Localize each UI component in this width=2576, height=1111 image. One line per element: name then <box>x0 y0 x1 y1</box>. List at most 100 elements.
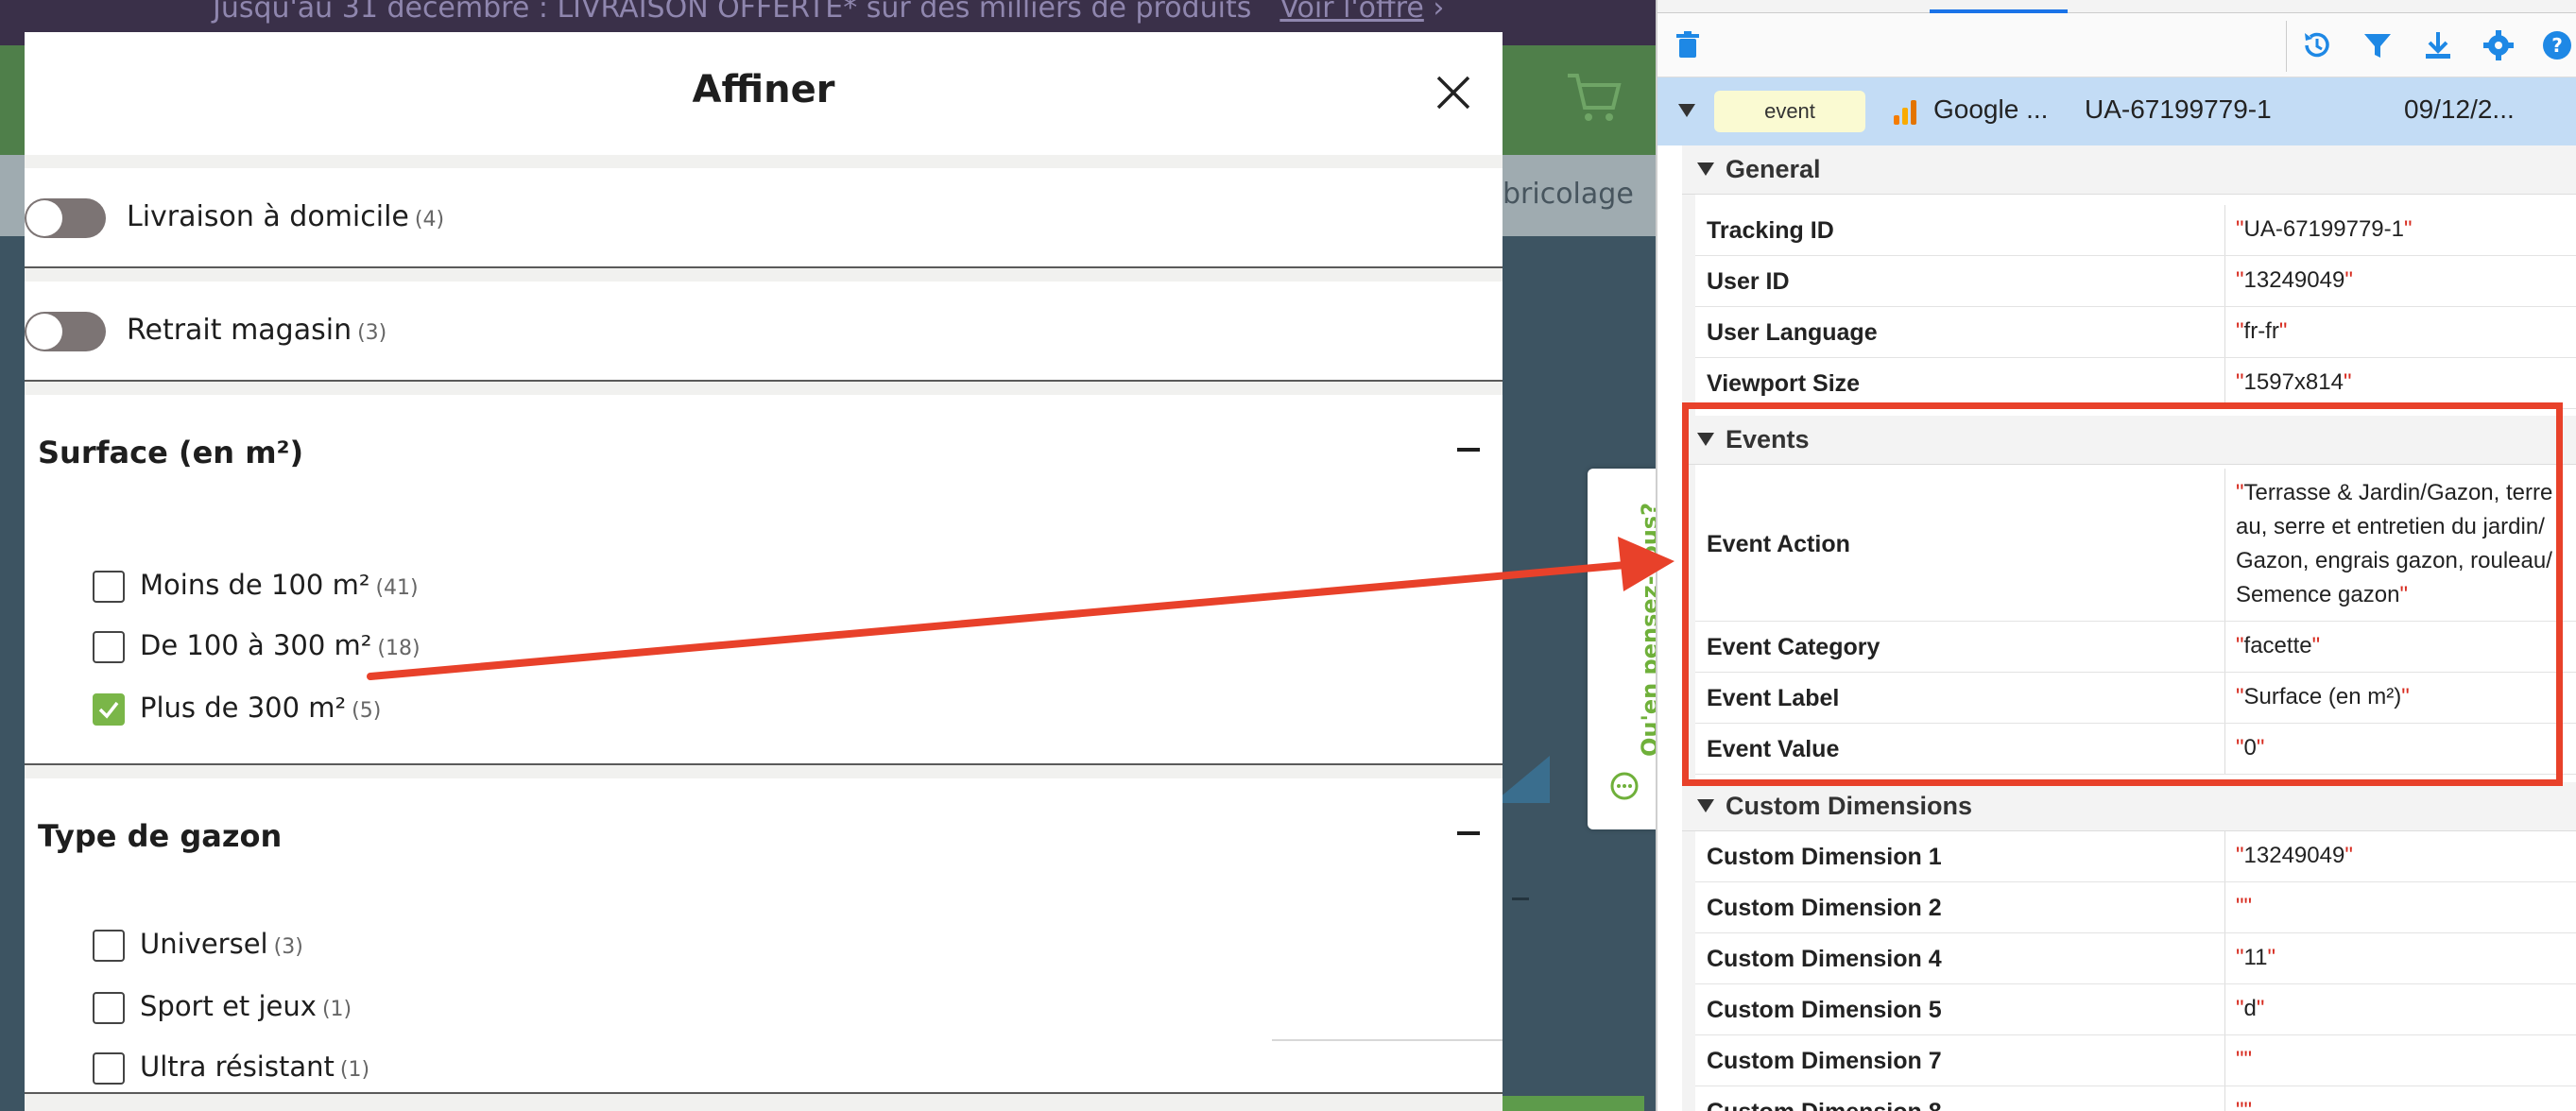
close-icon[interactable] <box>1433 72 1474 113</box>
toolbar-separator <box>2286 21 2287 72</box>
trash-icon[interactable] <box>1671 28 1705 62</box>
checkbox[interactable] <box>93 992 125 1024</box>
row-event-value: Event Value "0" <box>1695 724 2576 775</box>
row-custom-dimension-5: Custom Dimension 5 "d" <box>1695 984 2576 1035</box>
row-value: "Surface (en m²)" <box>2236 684 2410 709</box>
row-key: Custom Dimension 8 <box>1707 1099 1942 1111</box>
expand-triangle-icon[interactable] <box>1678 104 1695 117</box>
row-key: User ID <box>1707 268 1790 295</box>
checkbox[interactable] <box>93 631 125 663</box>
checkbox[interactable] <box>93 571 125 603</box>
collapse-triangle-icon[interactable] <box>1697 433 1714 446</box>
divider-gap <box>25 155 1503 168</box>
promo-link[interactable]: Voir l'offre <box>1279 0 1424 25</box>
section-general[interactable]: General <box>1682 145 2576 195</box>
checkbox-checked[interactable] <box>93 693 125 726</box>
toggle-switch[interactable] <box>25 312 106 351</box>
row-event-action: Event Action "Terrasse & Jardin/Gazon, t… <box>1695 469 2576 622</box>
row-key: Event Category <box>1707 634 1880 660</box>
hit-tracking-id: UA-67199779-1 <box>2085 94 2272 124</box>
row-value: "" <box>2236 1047 2253 1072</box>
download-icon[interactable] <box>2421 28 2455 62</box>
nav-item-bricolage[interactable]: bricolage <box>1503 178 1634 211</box>
row-key: Custom Dimension 7 <box>1707 1048 1942 1074</box>
promo-text: Jusqu'au 31 décembre : LIVRAISON OFFERTE… <box>213 0 1252 25</box>
collapse-gazon-button[interactable] <box>1457 831 1480 835</box>
row-key: Tracking ID <box>1707 217 1834 244</box>
toggle-livraison-domicile[interactable]: Livraison à domicile (4) <box>25 168 1503 268</box>
section-surface: Surface (en m²) Moins de 100 m² (41) De 1… <box>25 395 1503 765</box>
speech-bubble-icon <box>1610 772 1639 800</box>
section-events[interactable]: Events <box>1682 416 2576 465</box>
row-user-language: User Language "fr-fr" <box>1695 307 2576 358</box>
option-label: De 100 à 300 m² (18) <box>140 629 421 661</box>
row-value: "fr-fr" <box>2236 318 2288 344</box>
hit-source: Google ... <box>1933 94 2049 124</box>
row-value: "facette" <box>2236 633 2321 658</box>
row-value: "1597x814" <box>2236 369 2352 395</box>
hit-date: 09/12/2... <box>2404 94 2515 124</box>
section-title-surface: Surface (en m²) <box>38 435 304 470</box>
divider-gap <box>25 268 1503 282</box>
feedback-tab[interactable]: Qu'en pensez-vous? <box>1588 469 1663 829</box>
svg-text:?: ? <box>2551 34 2563 57</box>
row-value: "13249049" <box>2236 843 2353 868</box>
toggle-label: Retrait magasin (3) <box>127 314 387 347</box>
row-value: "UA-67199779-1" <box>2236 216 2413 242</box>
row-custom-dimension-1: Custom Dimension 1 "13249049" <box>1695 831 2576 882</box>
divider <box>1272 1039 1503 1041</box>
section-title-gazon: Type de gazon <box>38 818 283 854</box>
toggle-label: Livraison à domicile (4) <box>127 200 445 233</box>
row-key: User Language <box>1707 319 1878 346</box>
cart-icon[interactable] <box>1564 66 1624 127</box>
row-key: Custom Dimension 2 <box>1707 895 1942 921</box>
row-key: Event Label <box>1707 685 1840 711</box>
row-value: "d" <box>2236 996 2265 1021</box>
divider-gap <box>25 382 1503 395</box>
settings-icon[interactable] <box>2482 28 2516 62</box>
row-value: "11" <box>2236 945 2275 970</box>
modal-header: Affiner <box>25 32 1503 155</box>
filter-icon[interactable] <box>2361 28 2395 62</box>
google-analytics-icon <box>1894 100 1916 125</box>
divider-gap <box>25 1094 1503 1111</box>
section-label: Events <box>1726 425 1810 453</box>
row-value: "" <box>2236 894 2253 919</box>
section-custom-dimensions[interactable]: Custom Dimensions <box>1682 782 2576 831</box>
devtools-toolbar: ? <box>1657 13 2576 77</box>
history-icon[interactable] <box>2300 28 2334 62</box>
divider-gap <box>25 765 1503 778</box>
devtools-tabstrip <box>1657 0 2576 13</box>
row-tracking-id: Tracking ID "UA-67199779-1" <box>1695 205 2576 256</box>
row-viewport-size: Viewport Size "1597x814" <box>1695 358 2576 409</box>
help-icon[interactable]: ? <box>2540 28 2574 62</box>
row-value: "Terrasse & Jardin/Gazon, terre au, serr… <box>2236 480 2553 607</box>
row-key: Event Action <box>1707 531 1850 557</box>
hit-row[interactable]: event Google ... UA-67199779-1 09/12/2..… <box>1657 77 2576 145</box>
tree-rail <box>1682 145 1695 1111</box>
row-event-label: Event Label "Surface (en m²)" <box>1695 673 2576 724</box>
option-label: Ultra résistant (1) <box>140 1051 370 1083</box>
row-custom-dimension-4: Custom Dimension 4 "11" <box>1695 933 2576 984</box>
row-custom-dimension-7: Custom Dimension 7 "" <box>1695 1035 2576 1086</box>
row-event-category: Event Category "facette" <box>1695 622 2576 673</box>
row-custom-dimension-2: Custom Dimension 2 "" <box>1695 882 2576 933</box>
row-custom-dimension-8: Custom Dimension 8 "" <box>1695 1086 2576 1111</box>
filter-modal: Affiner Livraison à domicile (4) Retrait … <box>25 32 1503 1111</box>
option-label: Universel (3) <box>140 928 303 960</box>
option-label: Moins de 100 m² (41) <box>140 569 419 601</box>
row-key: Custom Dimension 1 <box>1707 844 1942 870</box>
toggle-switch[interactable] <box>25 198 106 238</box>
hit-type-badge: event <box>1714 91 1865 132</box>
collapse-surface-button[interactable] <box>1457 448 1480 452</box>
row-key: Custom Dimension 4 <box>1707 946 1942 972</box>
row-value: "13249049" <box>2236 267 2353 293</box>
collapse-triangle-icon[interactable] <box>1697 799 1714 812</box>
row-key: Viewport Size <box>1707 370 1861 397</box>
devtools-panel: ? event Google ... UA-67199779-1 09/12/2… <box>1656 0 2576 1111</box>
collapse-triangle-icon[interactable] <box>1697 162 1714 176</box>
checkbox[interactable] <box>93 930 125 962</box>
toggle-retrait-magasin[interactable]: Retrait magasin (3) <box>25 282 1503 382</box>
checkbox[interactable] <box>93 1052 125 1085</box>
option-label: Plus de 300 m² (5) <box>140 692 382 724</box>
